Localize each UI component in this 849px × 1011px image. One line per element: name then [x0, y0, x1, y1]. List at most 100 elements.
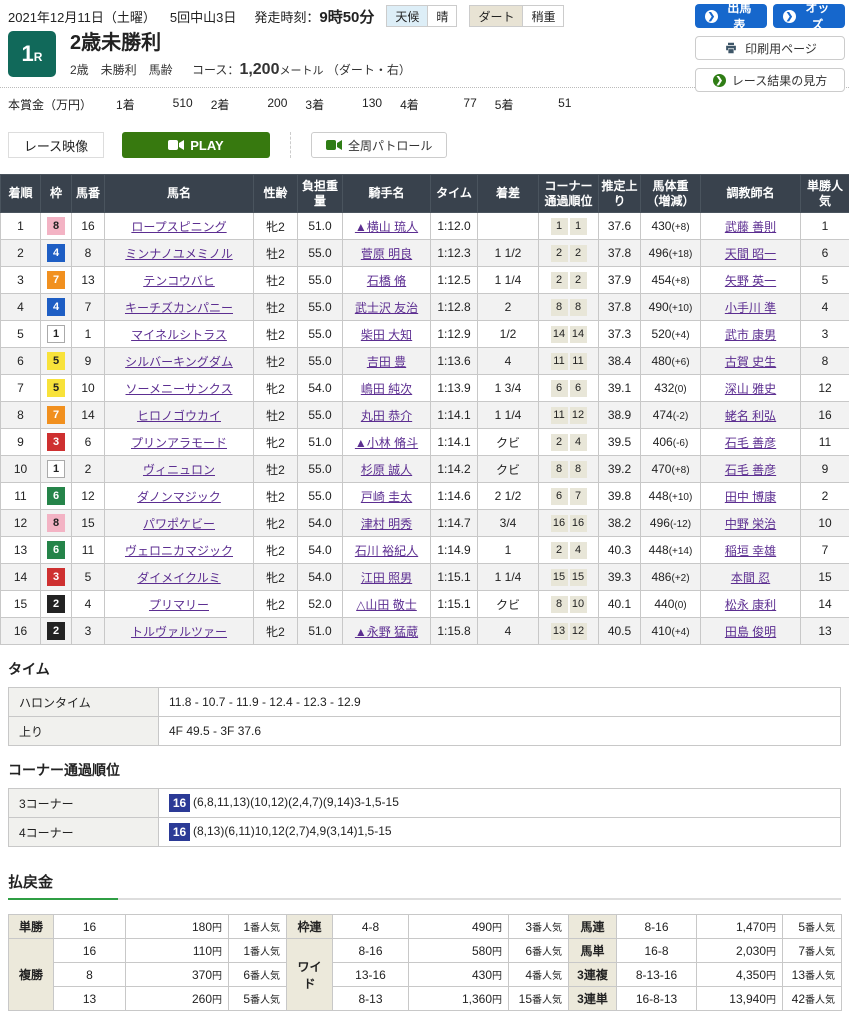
horse-weight-cell: 480(+6)	[641, 348, 701, 375]
trainer-cell: 石毛 善彦	[701, 456, 801, 483]
jockey-link[interactable]: ▲小林 脩斗	[355, 436, 418, 450]
horse-name-cell: シルバーキングダム	[105, 348, 254, 375]
trainer-cell: 本間 忍	[701, 564, 801, 591]
payout-popularity: 42番人気	[783, 987, 842, 1011]
jockey-cell: 江田 照男	[343, 564, 431, 591]
margin: クビ	[478, 456, 539, 483]
jockey-link[interactable]: 杉原 誠人	[361, 463, 412, 477]
trainer-link[interactable]: 深山 雅史	[725, 382, 776, 396]
horse-weight: 440	[654, 597, 674, 611]
frame-badge: 8	[47, 217, 65, 235]
corner-3-pos: 16	[551, 515, 568, 532]
sex-age: 牝2	[254, 429, 298, 456]
print-page-button[interactable]: 印刷用ページ	[695, 36, 845, 60]
horse-weight-diff: (+10)	[669, 303, 693, 314]
entries-button[interactable]: ❯ 出馬表	[695, 4, 767, 28]
jockey-link[interactable]: 嶋田 純次	[361, 382, 412, 396]
jockey-link[interactable]: 武士沢 友治	[355, 301, 418, 315]
horse-weight-cell: 496(+18)	[641, 240, 701, 267]
jockey-link[interactable]: 石橋 脩	[367, 274, 406, 288]
horse-link[interactable]: シルバーキングダム	[125, 355, 233, 369]
win-popularity: 14	[801, 591, 849, 618]
odds-button[interactable]: ❯ オッズ	[773, 4, 845, 28]
frame-cell: 7	[41, 402, 72, 429]
last3f-time: 37.8	[599, 240, 641, 267]
table-row: 3 7 13 テンコウバヒ 牡2 55.0 石橋 脩 1:12.5 1 1/4 …	[1, 267, 849, 294]
corner-4-pos: 6	[570, 380, 587, 397]
jockey-link[interactable]: 菅原 明良	[361, 247, 412, 261]
jockey-link[interactable]: 津村 明秀	[361, 517, 412, 531]
corner-order-text: (8,13)(6,11)10,12(2,7)4,9(3,14)1,5-15	[193, 824, 392, 838]
finish-position: 13	[1, 537, 41, 564]
trainer-link[interactable]: 稲垣 幸雄	[725, 544, 776, 558]
horse-number: 9	[72, 348, 105, 375]
play-button[interactable]: PLAY	[122, 132, 270, 158]
trainer-link[interactable]: 天間 昭一	[725, 247, 776, 261]
time-row-value: 11.8 - 10.7 - 11.9 - 12.4 - 12.3 - 12.9	[159, 688, 841, 717]
payout-amount: 430円	[409, 963, 509, 987]
horse-link[interactable]: マイネルシトラス	[131, 328, 227, 342]
corner-order-cell: 88	[539, 294, 599, 321]
frame-cell: 4	[41, 240, 72, 267]
time-row-label: ハロンタイム	[9, 688, 159, 717]
frame-badge: 4	[47, 298, 65, 316]
combination: 13-16	[333, 963, 409, 987]
horse-link[interactable]: ヴィニュロン	[143, 463, 215, 477]
corner-4-pos: 14	[570, 326, 587, 343]
corner-order-cell: 88	[539, 456, 599, 483]
jockey-link[interactable]: ▲横山 琉人	[355, 220, 418, 234]
jockey-link[interactable]: 戸崎 圭太	[361, 490, 412, 504]
jockey-link[interactable]: 石川 裕紀人	[355, 544, 418, 558]
finish-time: 1:14.1	[431, 429, 478, 456]
jockey-cell: 戸崎 圭太	[343, 483, 431, 510]
horse-link[interactable]: ヴェロニカマジック	[125, 544, 233, 558]
table-row: ハロンタイム 11.8 - 10.7 - 11.9 - 12.4 - 12.3 …	[9, 688, 841, 717]
trainer-link[interactable]: 武藤 善則	[725, 220, 776, 234]
corner-order-cell: 22	[539, 240, 599, 267]
trainer-link[interactable]: 石毛 善彦	[725, 436, 776, 450]
horse-link[interactable]: パワポケビー	[143, 517, 215, 531]
trainer-link[interactable]: 古賀 史生	[725, 355, 776, 369]
horse-link[interactable]: ダノンマジック	[137, 490, 221, 504]
corner-4-pos: 8	[570, 461, 587, 478]
trainer-link[interactable]: 矢野 英一	[725, 274, 776, 288]
horse-link[interactable]: プリンアラモード	[131, 436, 227, 450]
horse-weight-diff: (-6)	[673, 438, 689, 449]
jockey-link[interactable]: 江田 照男	[361, 571, 412, 585]
leader-number-badge: 16	[169, 794, 190, 812]
trainer-link[interactable]: 田中 博康	[725, 490, 776, 504]
horse-link[interactable]: ソーメニーサンクス	[126, 382, 233, 396]
trainer-link[interactable]: 田島 俊明	[725, 625, 776, 639]
horse-link[interactable]: プリマリー	[149, 598, 209, 612]
sex-age: 牡2	[254, 456, 298, 483]
horse-link[interactable]: キーチズカンパニー	[125, 301, 233, 315]
trainer-link[interactable]: 石毛 善彦	[725, 463, 776, 477]
horse-link[interactable]: ヒロノゴウカイ	[137, 409, 221, 423]
horse-link[interactable]: トルヴァルツァー	[131, 625, 227, 639]
jockey-link[interactable]: 柴田 大知	[361, 328, 412, 342]
finish-position: 1	[1, 213, 41, 240]
finish-time: 1:12.0	[431, 213, 478, 240]
trainer-link[interactable]: 中野 栄治	[725, 517, 776, 531]
horse-link[interactable]: ミンナノユメミノル	[125, 247, 232, 261]
payout-amount: 13,940円	[697, 987, 783, 1011]
horse-link[interactable]: ロープスピニング	[131, 220, 226, 234]
trainer-link[interactable]: 武市 康男	[725, 328, 776, 342]
bet-type-place: 複勝	[9, 939, 54, 1011]
jockey-link[interactable]: 丸田 恭介	[361, 409, 412, 423]
results-guide-button[interactable]: ❯ レース結果の見方	[695, 68, 845, 92]
patrol-video-button[interactable]: 全周パトロール	[311, 132, 447, 158]
trainer-link[interactable]: 蛯名 利弘	[725, 409, 776, 423]
horse-weight: 448	[649, 543, 669, 557]
jockey-link[interactable]: 吉田 豊	[367, 355, 406, 369]
jockey-link[interactable]: ▲永野 猛蔵	[355, 625, 418, 639]
trainer-link[interactable]: 本間 忍	[731, 571, 770, 585]
trainer-link[interactable]: 松永 康利	[725, 598, 776, 612]
jockey-link[interactable]: △山田 敬士	[356, 598, 417, 612]
horse-link[interactable]: ダイメイクルミ	[137, 571, 220, 585]
finish-position: 9	[1, 429, 41, 456]
horse-link[interactable]: テンコウバヒ	[143, 274, 215, 288]
col-frame: 枠	[41, 175, 72, 213]
trainer-link[interactable]: 小手川 準	[725, 301, 776, 315]
table-row: 14 3 5 ダイメイクルミ 牝2 54.0 江田 照男 1:15.1 1 1/…	[1, 564, 849, 591]
